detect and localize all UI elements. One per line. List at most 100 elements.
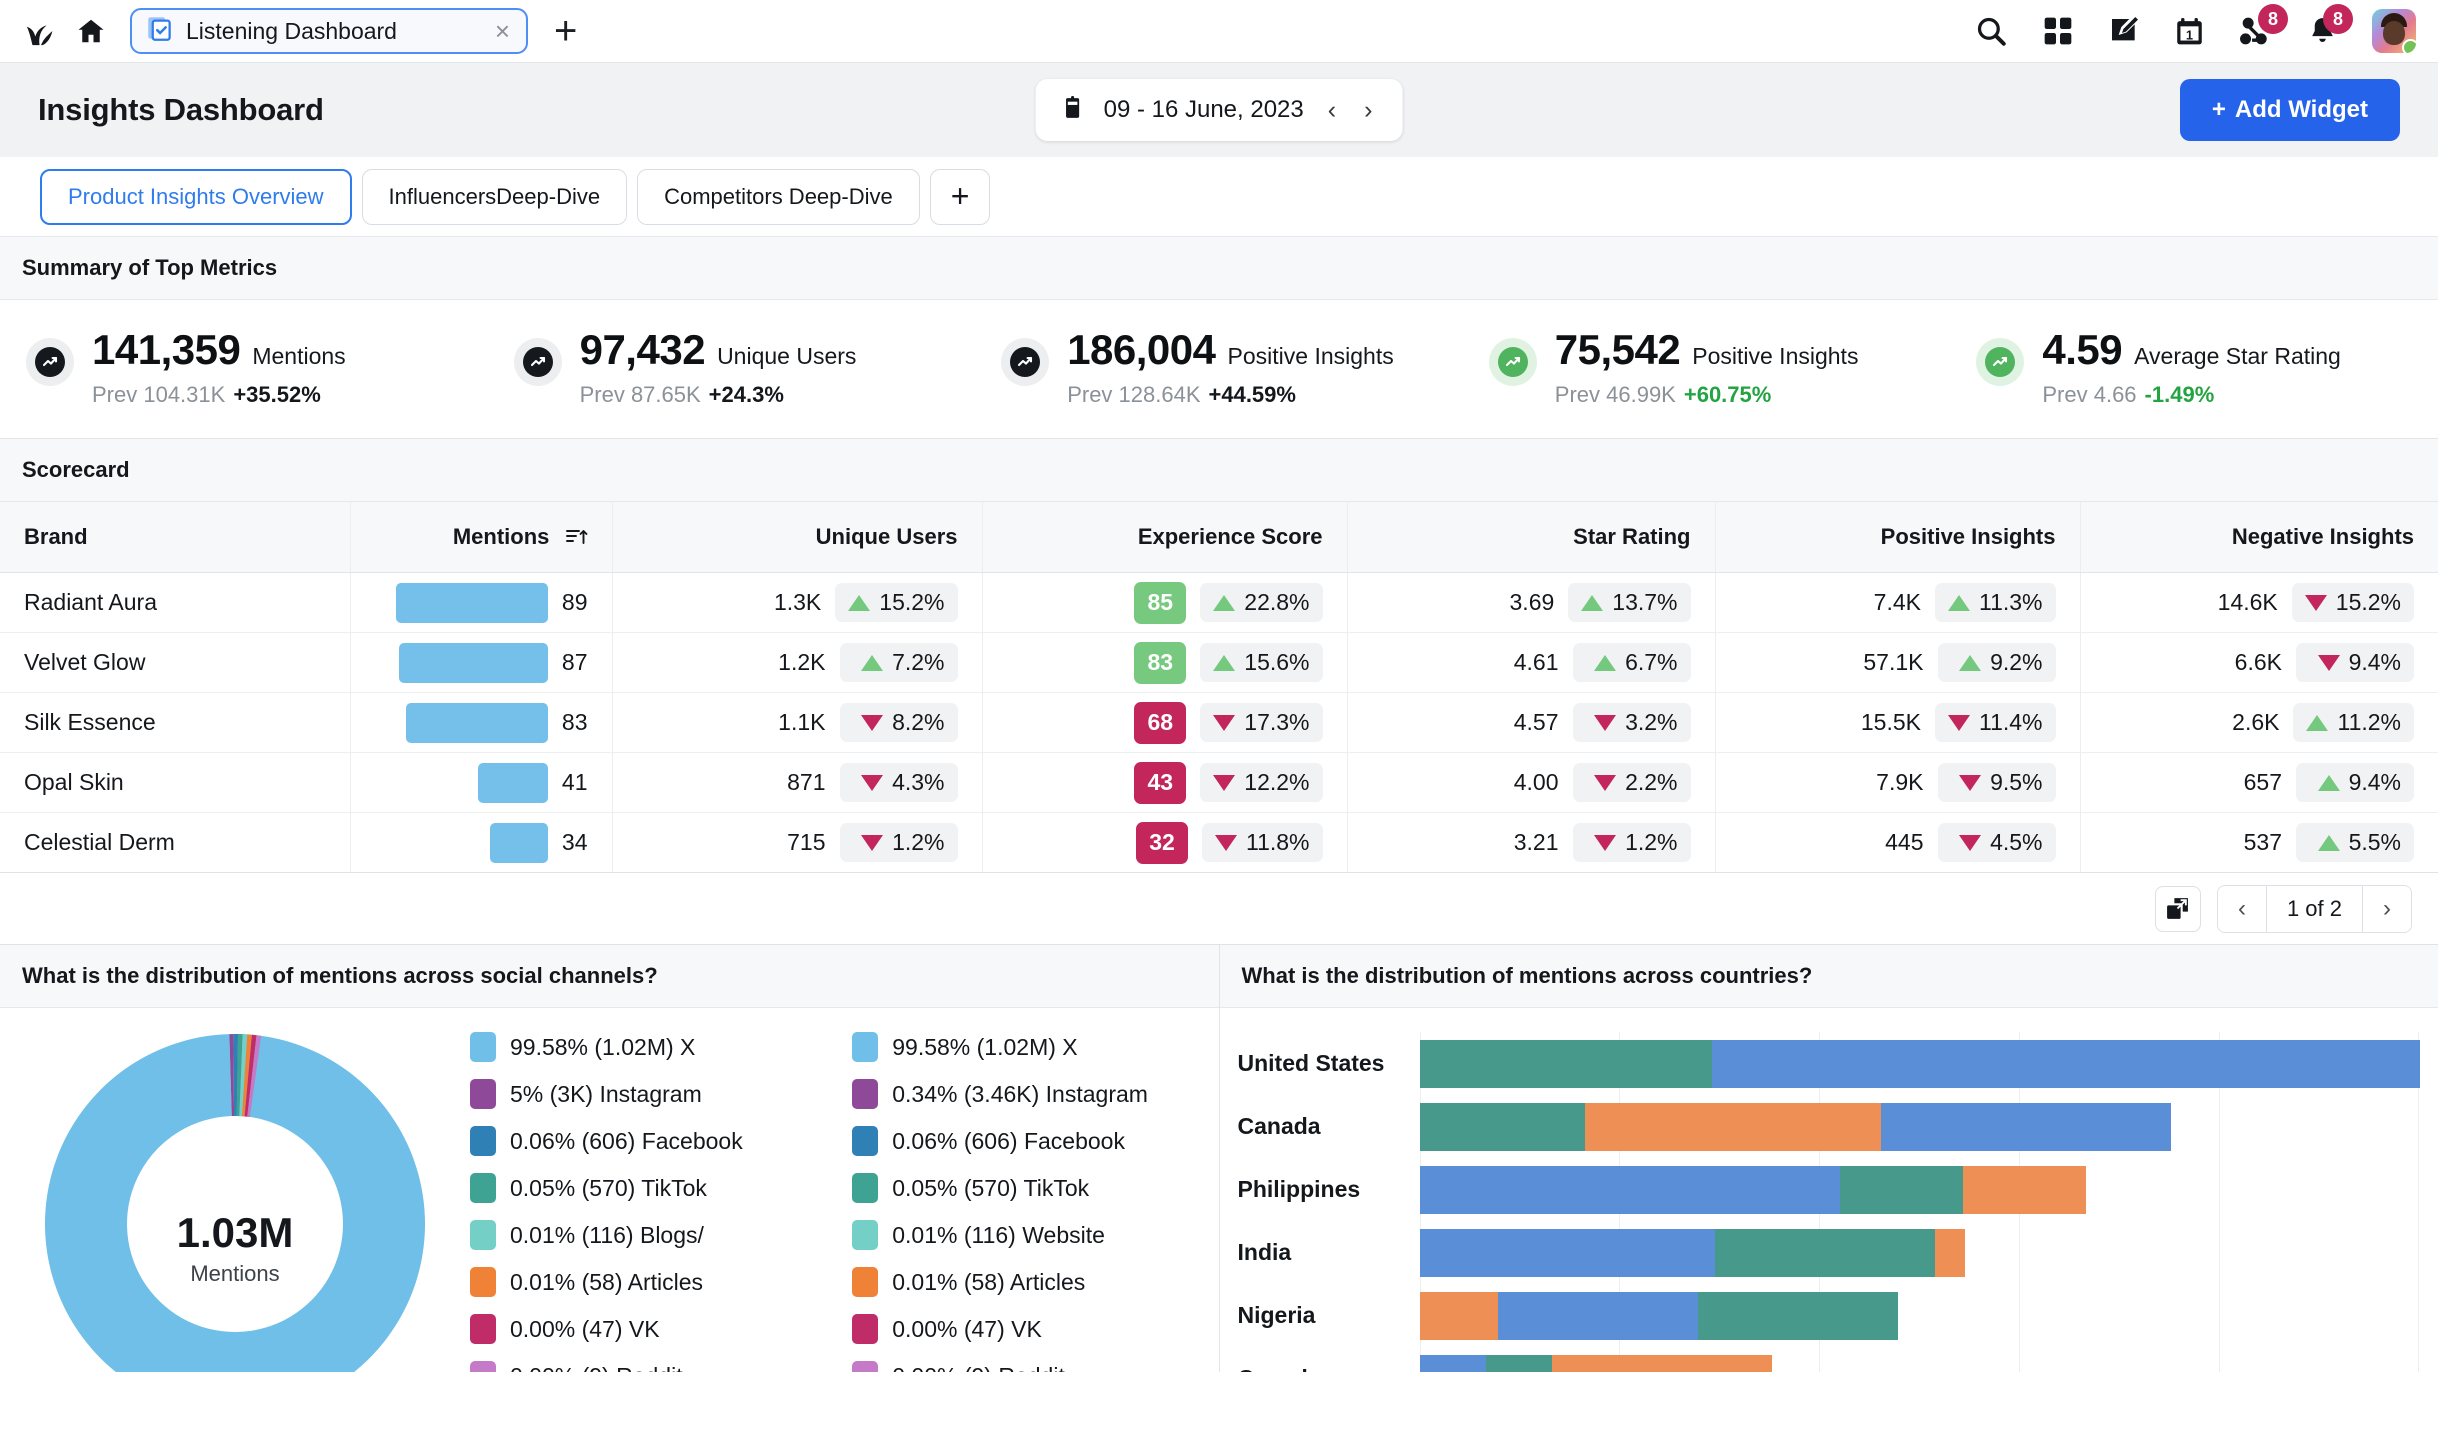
- apps-grid-icon[interactable]: [2042, 15, 2074, 47]
- table-row[interactable]: Silk Essence831.1K8.2%6817.3%4.573.2%15.…: [0, 693, 2438, 753]
- tab-influencers-deep-dive[interactable]: InfluencersDeep-Dive: [362, 169, 628, 225]
- country-bar-row[interactable]: Canada: [1238, 1347, 2420, 1372]
- legend-swatch: [852, 1032, 878, 1062]
- mentions-bar: [478, 763, 548, 803]
- column-header-positive-insights[interactable]: Positive Insights: [1715, 502, 2080, 573]
- tab-competitors-deep-dive[interactable]: Competitors Deep-Dive: [637, 169, 920, 225]
- delta-value: 12.2%: [1244, 769, 1309, 796]
- table-row[interactable]: Velvet Glow871.2K7.2%8315.6%4.616.7%57.1…: [0, 633, 2438, 693]
- legend-item[interactable]: 0.00% (9) Reddit: [470, 1361, 836, 1372]
- delta-value: 9.4%: [2349, 769, 2401, 796]
- column-header-star-rating[interactable]: Star Rating: [1347, 502, 1715, 573]
- triangle-down-icon: [861, 715, 883, 731]
- pagination-next-button[interactable]: ›: [2363, 886, 2411, 932]
- legend-item[interactable]: 0.05% (570) TikTok: [852, 1173, 1218, 1203]
- country-bar-row[interactable]: India: [1238, 1221, 2420, 1284]
- add-widget-button[interactable]: + Add Widget: [2180, 79, 2400, 141]
- column-header-mentions[interactable]: Mentions: [350, 502, 612, 573]
- metric-value: 75,542: [1555, 326, 1680, 374]
- legend-item[interactable]: 0.00% (47) VK: [470, 1314, 836, 1344]
- triangle-down-icon: [1213, 715, 1235, 731]
- legend-item[interactable]: 0.06% (606) Facebook: [470, 1126, 836, 1156]
- bar-segment[interactable]: [1498, 1292, 1698, 1340]
- country-bar-row[interactable]: United States: [1238, 1032, 2420, 1095]
- avatar[interactable]: [2372, 9, 2416, 53]
- column-header-negative-insights[interactable]: Negative Insights: [2080, 502, 2438, 573]
- country-bar-row[interactable]: Nigeria: [1238, 1284, 2420, 1347]
- positive-value: 15.5K: [1861, 709, 1921, 736]
- country-bar-row[interactable]: Canada: [1238, 1095, 2420, 1158]
- chevron-left-icon[interactable]: ‹: [1324, 96, 1340, 125]
- pagination-prev-button[interactable]: ‹: [2218, 886, 2266, 932]
- add-tab-button[interactable]: +: [930, 169, 991, 225]
- browser-tab-listening-dashboard[interactable]: Listening Dashboard ×: [130, 8, 528, 54]
- bar-segment[interactable]: [1420, 1292, 1498, 1340]
- column-header-brand[interactable]: Brand: [0, 502, 350, 573]
- messages-icon[interactable]: 8: [2239, 15, 2273, 47]
- country-bar-row[interactable]: Philippines: [1238, 1158, 2420, 1221]
- table-row[interactable]: Opal Skin418714.3%4312.2%4.002.2%7.9K9.5…: [0, 753, 2438, 813]
- sprout-logo-icon[interactable]: [18, 8, 64, 54]
- legend-item[interactable]: 0.01% (58) Articles: [852, 1267, 1218, 1297]
- unique-users-value: 715: [787, 829, 825, 856]
- bar-segment[interactable]: [1420, 1103, 1585, 1151]
- delta-value: 3.2%: [1625, 709, 1677, 736]
- sort-ascending-icon[interactable]: [566, 524, 588, 549]
- calendar-icon[interactable]: 1: [2174, 16, 2205, 47]
- legend-item[interactable]: 0.01% (116) Website: [852, 1220, 1218, 1250]
- positive-value: 7.4K: [1874, 589, 1921, 616]
- bar-segment[interactable]: [1881, 1103, 2171, 1151]
- legend-item[interactable]: 0.34% (3.46K) Instagram: [852, 1079, 1218, 1109]
- bar-segment[interactable]: [1486, 1355, 1552, 1373]
- bar-segment[interactable]: [1585, 1103, 1881, 1151]
- bar-segment[interactable]: [1963, 1166, 2086, 1214]
- column-header-unique-users[interactable]: Unique Users: [612, 502, 982, 573]
- metric-label: Average Star Rating: [2134, 343, 2341, 370]
- legend-item[interactable]: 0.01% (58) Articles: [470, 1267, 836, 1297]
- cell-experience-score: 8522.8%: [982, 573, 1347, 633]
- metric-label: Positive Insights: [1228, 343, 1394, 370]
- compose-icon[interactable]: [2108, 15, 2140, 47]
- table-row[interactable]: Celestial Derm347151.2%3211.8%3.211.2%44…: [0, 813, 2438, 873]
- legend-item[interactable]: 0.06% (606) Facebook: [852, 1126, 1218, 1156]
- legend-swatch: [470, 1126, 496, 1156]
- legend-item[interactable]: 0.00% (9) Reddit: [852, 1361, 1218, 1372]
- search-icon[interactable]: [1974, 14, 2008, 48]
- bar-segment[interactable]: [1935, 1229, 1965, 1277]
- mentions-bar: [399, 643, 548, 683]
- bar-segment[interactable]: [1420, 1166, 1840, 1214]
- chevron-right-icon[interactable]: ›: [1360, 96, 1376, 125]
- bar-segment[interactable]: [1715, 1229, 1935, 1277]
- bar-segment[interactable]: [1712, 1040, 2420, 1088]
- cell-experience-score: 8315.6%: [982, 633, 1347, 693]
- legend-item[interactable]: 99.58% (1.02M) X: [852, 1032, 1218, 1062]
- bar-segment[interactable]: [1420, 1229, 1715, 1277]
- legend-swatch: [470, 1079, 496, 1109]
- mentions-value: 83: [562, 709, 588, 736]
- column-header-experience-score[interactable]: Experience Score: [982, 502, 1347, 573]
- home-icon[interactable]: [68, 8, 114, 54]
- new-tab-button[interactable]: +: [554, 11, 577, 51]
- date-range-picker[interactable]: 09 - 16 June, 2023 ‹ ›: [1036, 79, 1403, 141]
- experience-score-chip: 68: [1134, 702, 1186, 744]
- bar-segment[interactable]: [1840, 1166, 1963, 1214]
- table-row[interactable]: Radiant Aura891.3K15.2%8522.8%3.6913.7%7…: [0, 573, 2438, 633]
- delta-value: 11.2%: [2337, 709, 2401, 736]
- notifications-bell-icon[interactable]: 8: [2307, 15, 2338, 47]
- bar-segment[interactable]: [1698, 1292, 1898, 1340]
- bar-segment[interactable]: [1552, 1355, 1772, 1373]
- pagination: ‹ 1 of 2 ›: [2217, 885, 2412, 933]
- legend-item[interactable]: 0.01% (116) Blogs/: [470, 1220, 836, 1250]
- tab-product-insights-overview[interactable]: Product Insights Overview: [40, 169, 352, 225]
- close-icon[interactable]: ×: [495, 18, 510, 44]
- legend-item[interactable]: 5% (3K) Instagram: [470, 1079, 836, 1109]
- metric-previous: Prev 46.99K: [1555, 382, 1676, 407]
- bar-segment[interactable]: [1420, 1355, 1486, 1373]
- legend-item[interactable]: 0.05% (570) TikTok: [470, 1173, 836, 1203]
- expand-table-icon[interactable]: [2155, 886, 2201, 932]
- bar-segment[interactable]: [1420, 1040, 1712, 1088]
- triangle-down-icon: [1213, 775, 1235, 791]
- delta-pill: 9.2%: [1938, 643, 2056, 682]
- legend-item[interactable]: 99.58% (1.02M) X: [470, 1032, 836, 1062]
- legend-item[interactable]: 0.00% (47) VK: [852, 1314, 1218, 1344]
